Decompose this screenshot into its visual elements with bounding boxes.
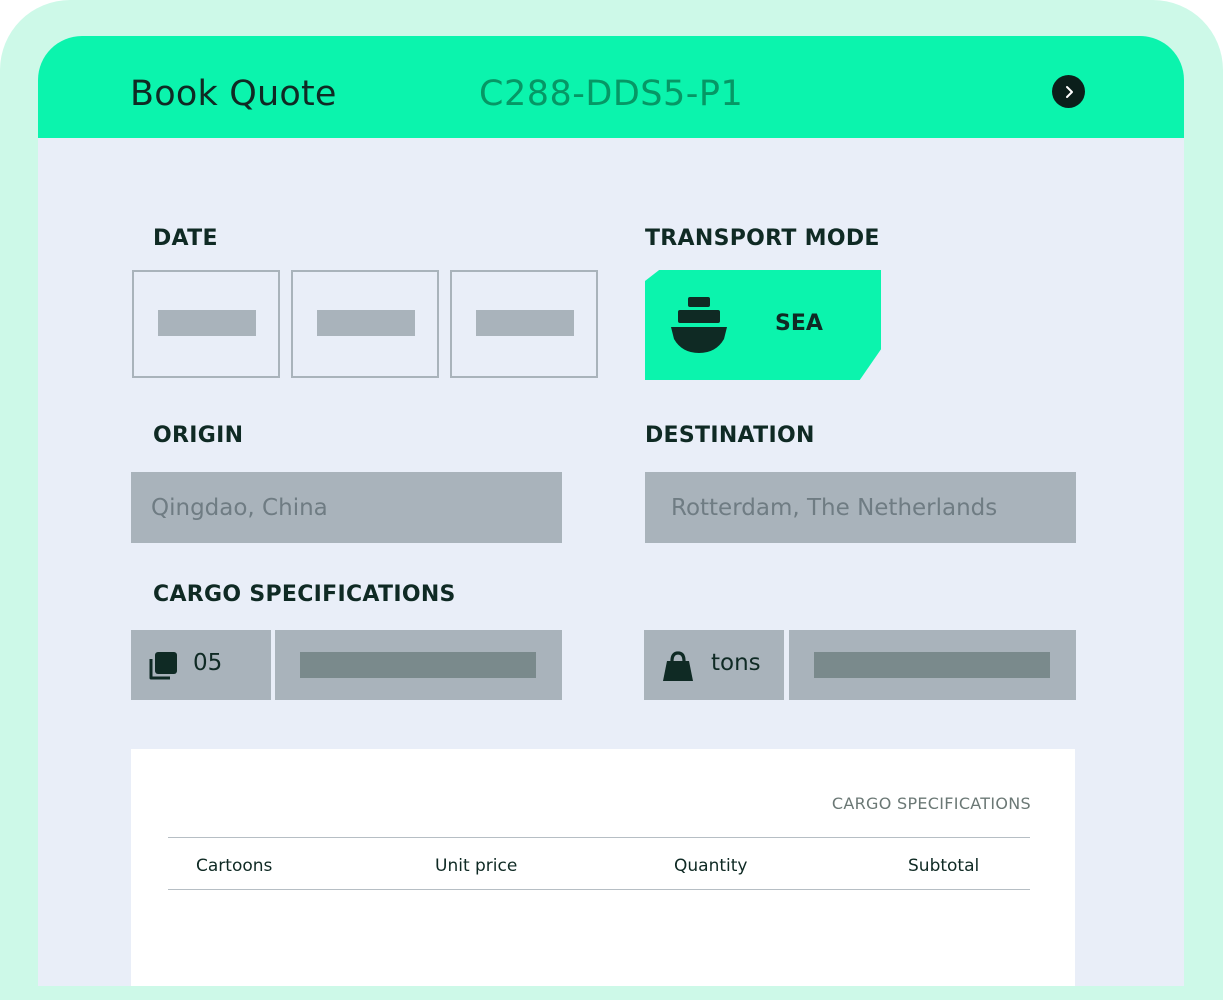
app-screen: Book Quote C288-DDS5-P1 DATE TRANSPORT M… xyxy=(38,36,1184,986)
date-month-field[interactable] xyxy=(291,270,439,378)
column-header-unit-price: Unit price xyxy=(435,856,518,876)
date-year-field[interactable] xyxy=(450,270,598,378)
column-header-cartoons: Cartoons xyxy=(196,856,273,876)
transport-mode-value: SEA xyxy=(775,311,823,336)
cargo-count-value: 05 xyxy=(193,650,223,676)
cargo-specifications-label: CARGO SPECIFICATIONS xyxy=(153,582,456,607)
cargo-weight-field[interactable] xyxy=(789,630,1076,700)
cargo-weight-unit-field[interactable]: tons xyxy=(644,630,784,700)
weight-unit-value: tons xyxy=(711,650,761,676)
origin-label: ORIGIN xyxy=(153,423,244,448)
summary-title: CARGO SPECIFICATIONS xyxy=(831,794,1031,813)
transport-mode-label: TRANSPORT MODE xyxy=(645,226,880,251)
device-frame: Book Quote C288-DDS5-P1 DATE TRANSPORT M… xyxy=(0,0,1223,1000)
transport-mode-sea-option[interactable]: SEA xyxy=(645,270,881,380)
stack-icon xyxy=(149,652,177,680)
next-button[interactable] xyxy=(1052,75,1085,108)
weight-icon xyxy=(663,651,693,681)
cargo-summary-card: CARGO SPECIFICATIONS Cartoons Unit price… xyxy=(131,749,1075,986)
divider xyxy=(168,837,1030,838)
date-label: DATE xyxy=(153,226,218,251)
date-day-field[interactable] xyxy=(132,270,280,378)
cargo-description-field[interactable] xyxy=(275,630,562,700)
placeholder-bar xyxy=(476,310,574,336)
placeholder-bar xyxy=(814,652,1050,678)
column-header-subtotal: Subtotal xyxy=(908,856,980,876)
page-title: Book Quote xyxy=(130,74,337,114)
quote-id: C288-DDS5-P1 xyxy=(479,74,744,114)
destination-label: DESTINATION xyxy=(645,423,815,448)
chevron-right-icon xyxy=(1065,85,1073,98)
header-bar: Book Quote C288-DDS5-P1 xyxy=(38,36,1184,138)
placeholder-bar xyxy=(317,310,415,336)
cargo-count-field[interactable]: 05 xyxy=(131,630,271,700)
column-header-quantity: Quantity xyxy=(674,856,748,876)
ship-icon xyxy=(671,297,727,353)
placeholder-bar xyxy=(300,652,536,678)
origin-input[interactable]: Qingdao, China xyxy=(131,472,562,543)
destination-input[interactable]: Rotterdam, The Netherlands xyxy=(645,472,1076,543)
divider xyxy=(168,889,1030,890)
placeholder-bar xyxy=(158,310,256,336)
